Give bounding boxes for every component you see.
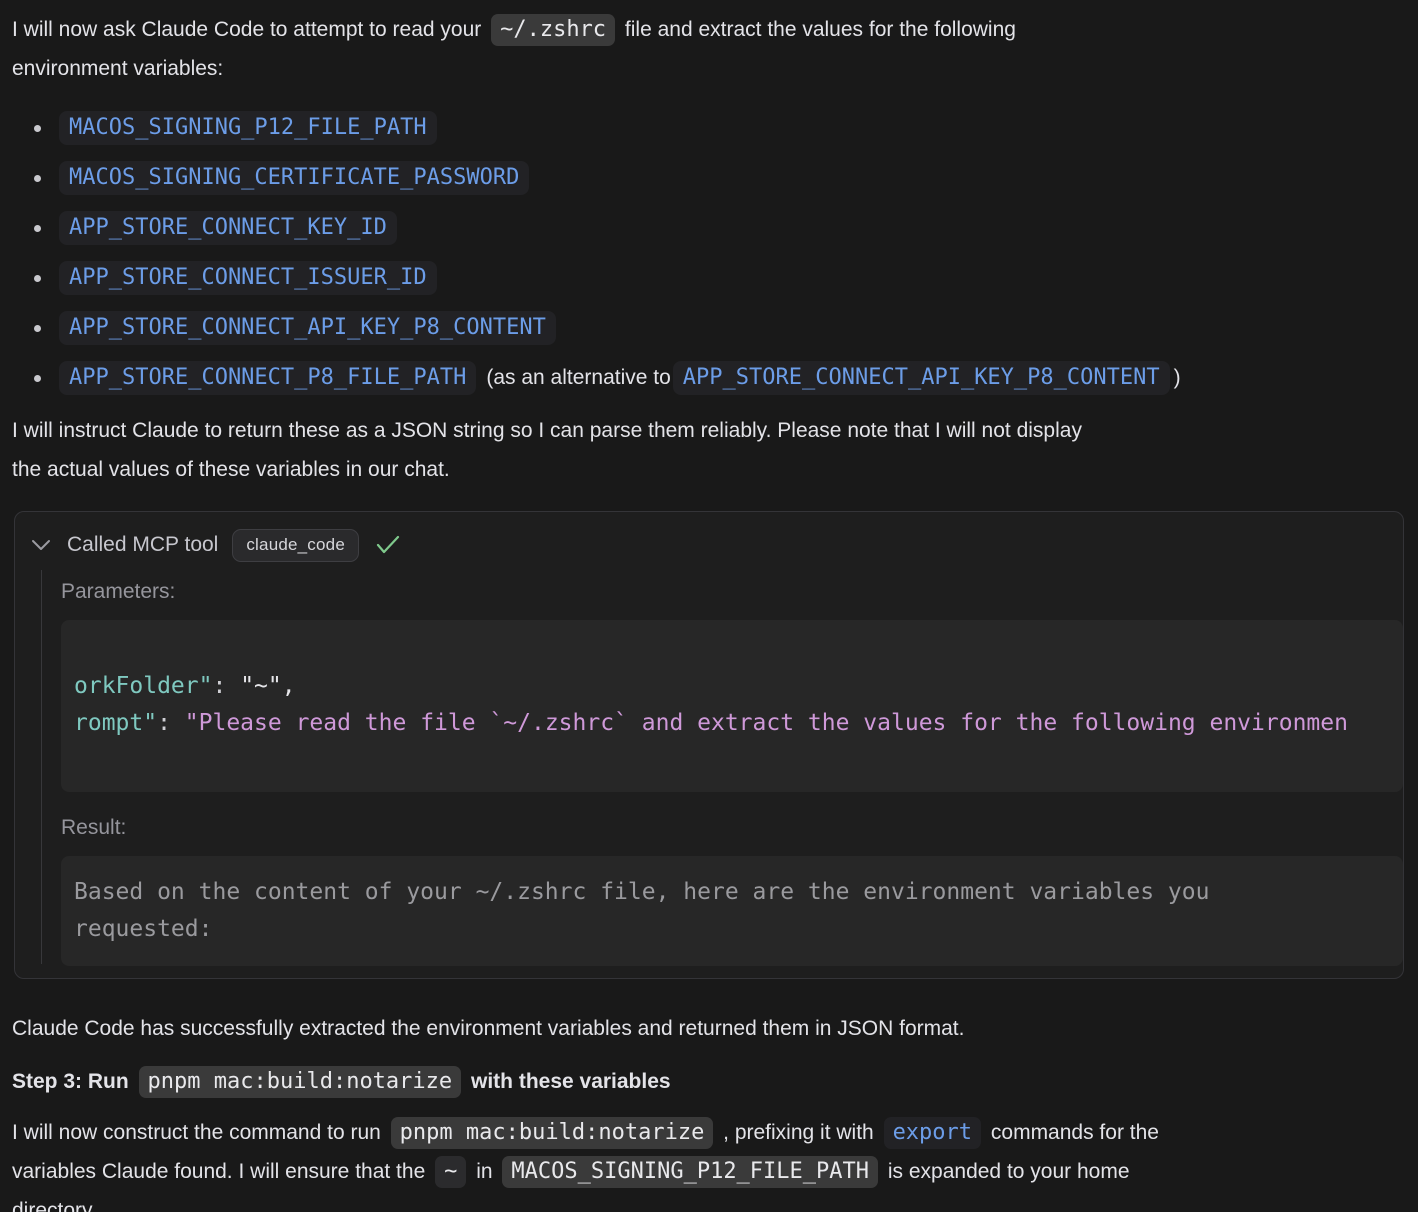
inline-code-p12-path: MACOS_SIGNING_P12_FILE_PATH (502, 1156, 878, 1188)
alt-note-text: (as an alternative to (486, 366, 670, 390)
env-var-chip: MACOS_SIGNING_CERTIFICATE_PASSWORD (59, 161, 529, 195)
bullet-dot (34, 275, 41, 282)
tool-call-body: Parameters: orkFolder": "~",rompt": "Ple… (15, 580, 1403, 966)
list-item: MACOS_SIGNING_P12_FILE_PATH (12, 103, 1404, 153)
inline-code-export: export (884, 1117, 981, 1149)
assistant-message: I will now ask Claude Code to attempt to… (0, 0, 1418, 1212)
env-var-chip: APP_STORE_CONNECT_KEY_ID (59, 211, 397, 245)
result-line-1: Based on the content of your ~/.zshrc fi… (74, 874, 1390, 911)
json-key: rompt" (74, 710, 157, 736)
params-line-1: orkFolder": "~", (74, 668, 1403, 705)
bullet-dot (34, 175, 41, 182)
json-separator: : (212, 673, 240, 699)
bullet-dot (34, 125, 41, 132)
closing-paragraph: I will now construct the command to run … (12, 1113, 1404, 1212)
params-line-2: rompt": "Please read the file `~/.zshrc`… (74, 705, 1403, 742)
indent-guide-line (41, 570, 42, 964)
step3-heading: Step 3: Run pnpm mac:build:notarize with… (12, 1062, 1404, 1101)
intro-text-1: I will now ask Claude Code to attempt to… (12, 18, 481, 41)
list-item: APP_STORE_CONNECT_P8_FILE_PATH (as an al… (12, 353, 1404, 403)
closing-text-3: commands for the (991, 1121, 1159, 1144)
inline-code-notarize: pnpm mac:build:notarize (139, 1066, 462, 1098)
inline-code-zshrc: ~/.zshrc (491, 14, 615, 46)
closing-text-7: directory. (12, 1199, 97, 1212)
intro-line-2: environment variables: (12, 49, 1404, 88)
step3-pre-text: Step 3: Run (12, 1070, 129, 1093)
json-note-line-1: I will instruct Claude to return these a… (12, 411, 1404, 450)
json-note-paragraph: I will instruct Claude to return these a… (12, 411, 1404, 489)
result-label: Result: (61, 816, 1403, 840)
success-check-icon (375, 534, 401, 556)
result-line-2: requested: (74, 911, 1390, 948)
inline-code-tilde: ~ (435, 1156, 466, 1188)
tool-name-badge: claude_code (232, 529, 359, 562)
result-code-block: Based on the content of your ~/.zshrc fi… (61, 856, 1403, 966)
inline-code-notarize-2: pnpm mac:build:notarize (391, 1117, 714, 1149)
list-item: APP_STORE_CONNECT_KEY_ID (12, 203, 1404, 253)
success-paragraph: Claude Code has successfully extracted t… (12, 1009, 1404, 1048)
json-value: "~", (240, 673, 295, 699)
closing-text-6: is expanded to your home (888, 1160, 1130, 1183)
env-var-list: MACOS_SIGNING_P12_FILE_PATH MACOS_SIGNIN… (12, 103, 1404, 403)
closing-line-3: directory. (12, 1191, 1404, 1212)
parameters-code-block[interactable]: orkFolder": "~",rompt": "Please read the… (61, 620, 1403, 792)
bullet-dot (34, 325, 41, 332)
intro-text-2: file and extract the values for the foll… (625, 18, 1016, 41)
closing-line-1: I will now construct the command to run … (12, 1113, 1404, 1152)
list-item: APP_STORE_CONNECT_API_KEY_P8_CONTENT (12, 303, 1404, 353)
env-var-chip-alt: APP_STORE_CONNECT_API_KEY_P8_CONTENT (673, 361, 1170, 395)
json-note-line-2: the actual values of these variables in … (12, 450, 1404, 489)
mcp-tool-call-card: Called MCP tool claude_code Parameters: … (14, 511, 1404, 979)
parameters-label: Parameters: (61, 580, 1403, 604)
closing-line-2: variables Claude found. I will ensure th… (12, 1152, 1404, 1191)
json-string-value: "Please read the file `~/.zshrc` and ext… (185, 710, 1348, 736)
env-var-chip: APP_STORE_CONNECT_API_KEY_P8_CONTENT (59, 311, 556, 345)
list-item: APP_STORE_CONNECT_ISSUER_ID (12, 253, 1404, 303)
json-key: orkFolder" (74, 673, 212, 699)
json-separator: : (157, 710, 185, 736)
tool-call-title: Called MCP tool (67, 533, 218, 557)
tool-call-header[interactable]: Called MCP tool claude_code (15, 528, 1403, 562)
closing-text-5: in (476, 1160, 492, 1183)
intro-text-3: environment variables: (12, 57, 223, 80)
intro-line-1: I will now ask Claude Code to attempt to… (12, 10, 1404, 49)
bullet-dot (34, 225, 41, 232)
env-var-chip: APP_STORE_CONNECT_ISSUER_ID (59, 261, 437, 295)
closing-text-4: variables Claude found. I will ensure th… (12, 1160, 425, 1183)
bullet-dot (34, 375, 41, 382)
env-var-chip: MACOS_SIGNING_P12_FILE_PATH (59, 111, 437, 145)
closing-text-2: , prefixing it with (723, 1121, 874, 1144)
alt-note-close: ) (1174, 366, 1181, 390)
list-item: MACOS_SIGNING_CERTIFICATE_PASSWORD (12, 153, 1404, 203)
chevron-down-icon[interactable] (31, 539, 53, 551)
step3-post-text: with these variables (471, 1070, 671, 1093)
closing-text-1: I will now construct the command to run (12, 1121, 381, 1144)
env-var-chip: APP_STORE_CONNECT_P8_FILE_PATH (59, 361, 476, 395)
